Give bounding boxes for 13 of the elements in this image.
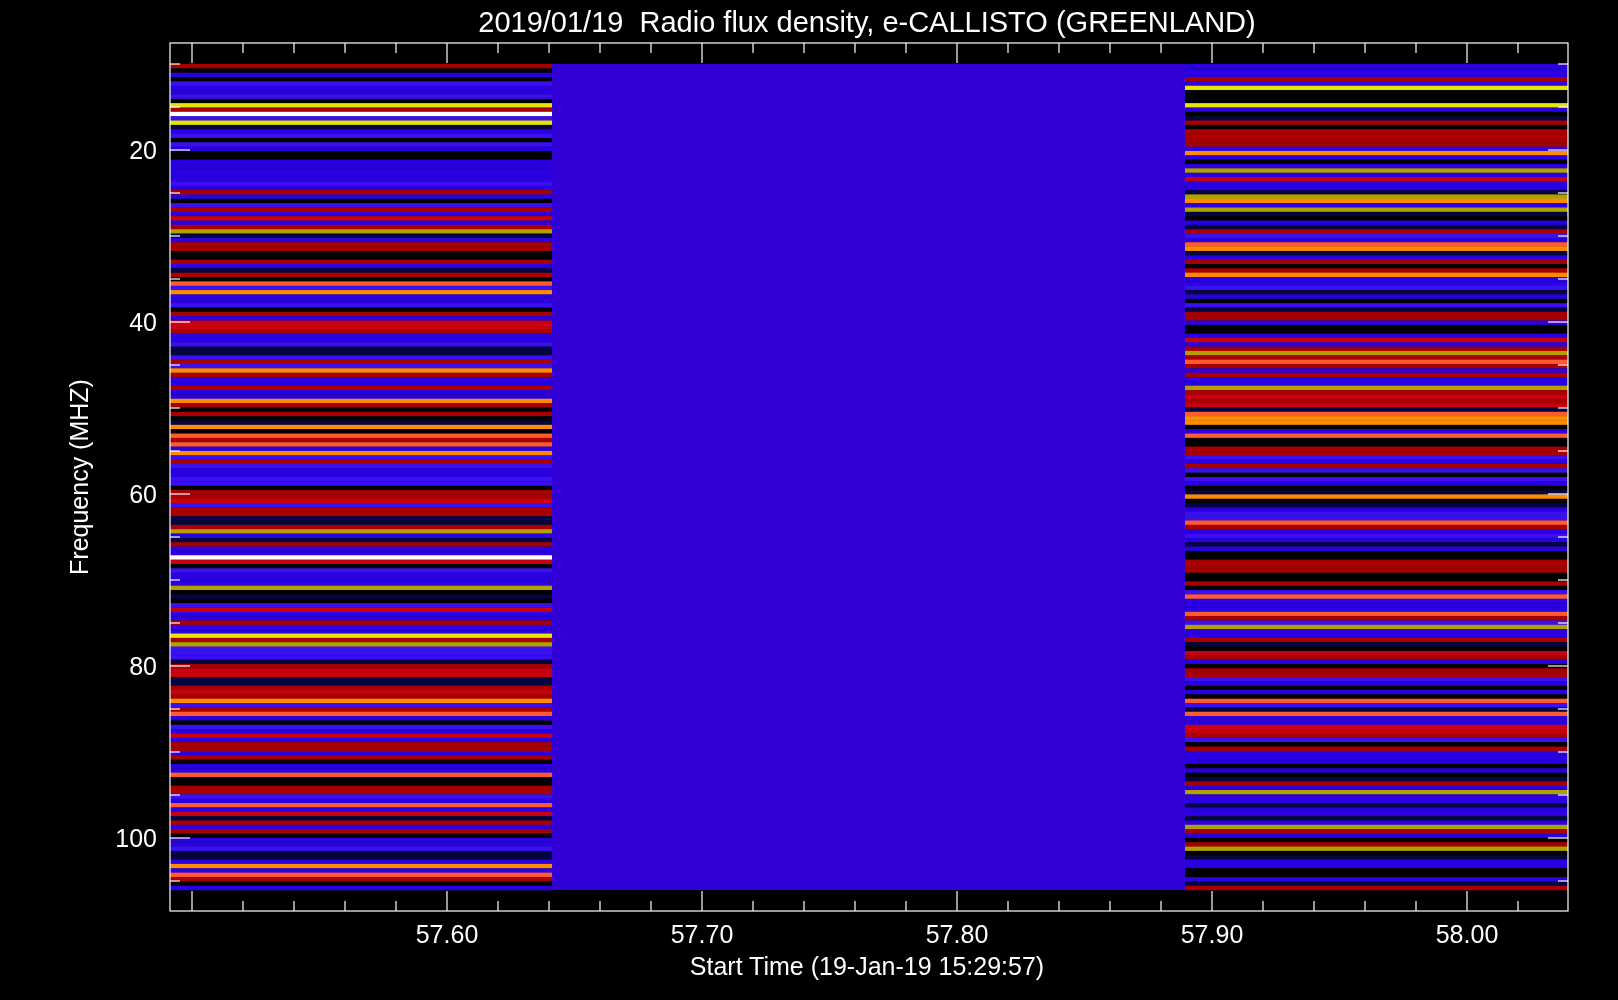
x-tick-label: 57.60: [415, 920, 479, 948]
x-tick-label: 57.70: [670, 920, 734, 948]
x-axis-label: Start Time (19-Jan-19 15:29:57): [689, 952, 1045, 980]
y-tick-label: 40: [129, 308, 157, 336]
y-axis-label: Frequency (MHZ): [65, 379, 93, 575]
y-tick-label: 80: [129, 652, 157, 680]
y-tick-label: 100: [115, 824, 157, 852]
x-tick-label: 57.90: [1180, 920, 1244, 948]
x-tick-label: 58.00: [1435, 920, 1499, 948]
plot-title: 2019/01/19 Radio flux density, e-CALLISTO (GREENLAND): [478, 6, 1256, 38]
y-tick-label: 60: [129, 480, 157, 508]
y-tick-label: 20: [129, 136, 157, 164]
x-tick-label: 57.80: [925, 920, 989, 948]
